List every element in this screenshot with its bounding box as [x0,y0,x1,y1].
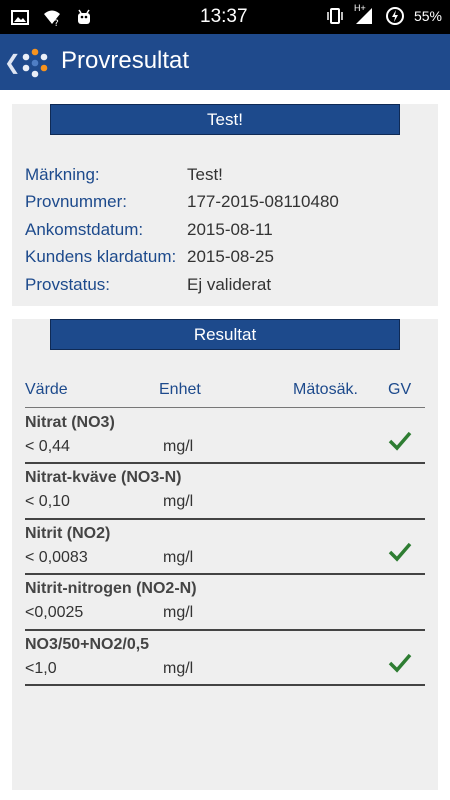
network-type: H+ [353,3,366,13]
column-unit: Enhet [159,381,201,398]
row-divider [25,573,425,575]
result-name: NO3/50+NO2/0,5 [25,636,150,653]
row-divider [25,462,425,464]
wifi-question-icon: ? [44,10,60,27]
battery-percent: 55% [413,8,442,24]
result-unit: mg/l [163,438,194,455]
result-value: <1,0 [25,660,57,677]
row-divider [25,684,425,686]
checkmark-icon [388,431,412,451]
label-customer-ready-date: Kundens klardatum: [25,247,177,266]
result-value: < 0,44 [25,438,70,455]
result-unit: mg/l [163,493,194,510]
content-area: Test! Märkning: Test! Provnummer: 177-20… [0,90,450,800]
row-divider [25,518,425,520]
android-debug-icon [78,9,90,24]
label-sample-number: Provnummer: [25,192,128,211]
results-card: Resultat Värde Enhet Mätosäk. GV Nitrat … [12,319,438,790]
row-divider [25,629,425,631]
label-marking: Märkning: [25,165,100,184]
result-value: < 0,10 [25,493,70,510]
sample-header: Test! [50,104,400,135]
result-name: Nitrat (NO3) [25,414,115,431]
image-icon [11,10,29,25]
result-name: Nitrit (NO2) [25,525,111,542]
checkmark-icon [388,542,412,562]
result-name: Nitrit-nitrogen (NO2-N) [25,580,197,597]
app-bar: ❮ Provresultat [0,34,450,90]
result-unit: mg/l [163,604,194,621]
column-uncertainty: Mätosäk. [293,381,358,398]
value-arrival-date: 2015-08-11 [187,220,273,239]
clock: 13:37 [200,6,248,27]
column-value: Värde [25,381,68,398]
value-sample-number: 177-2015-08110480 [187,192,339,211]
result-value: < 0,0083 [25,549,88,566]
status-bar: ? 13:37 H+ 55% [0,0,450,34]
label-sample-status: Provstatus: [25,275,111,294]
result-value: <0,0025 [25,604,84,621]
result-unit: mg/l [163,660,194,677]
app-logo-icon[interactable] [18,46,52,80]
header-divider [25,407,425,408]
checkmark-icon [388,653,412,673]
battery-icon [385,7,404,25]
page-title: Provresultat [61,47,190,74]
value-customer-ready-date: 2015-08-25 [187,247,274,266]
results-header: Resultat [50,319,400,350]
value-marking: Test! [187,165,223,184]
sample-card: Test! Märkning: Test! Provnummer: 177-20… [12,104,438,306]
column-gv: GV [388,381,412,398]
value-sample-status: Ej validerat [187,275,272,294]
result-unit: mg/l [163,549,194,566]
vibrate-icon [327,8,343,24]
result-name: Nitrat-kväve (NO3-N) [25,469,182,486]
svg-text:?: ? [54,19,59,27]
label-arrival-date: Ankomstdatum: [25,220,144,239]
